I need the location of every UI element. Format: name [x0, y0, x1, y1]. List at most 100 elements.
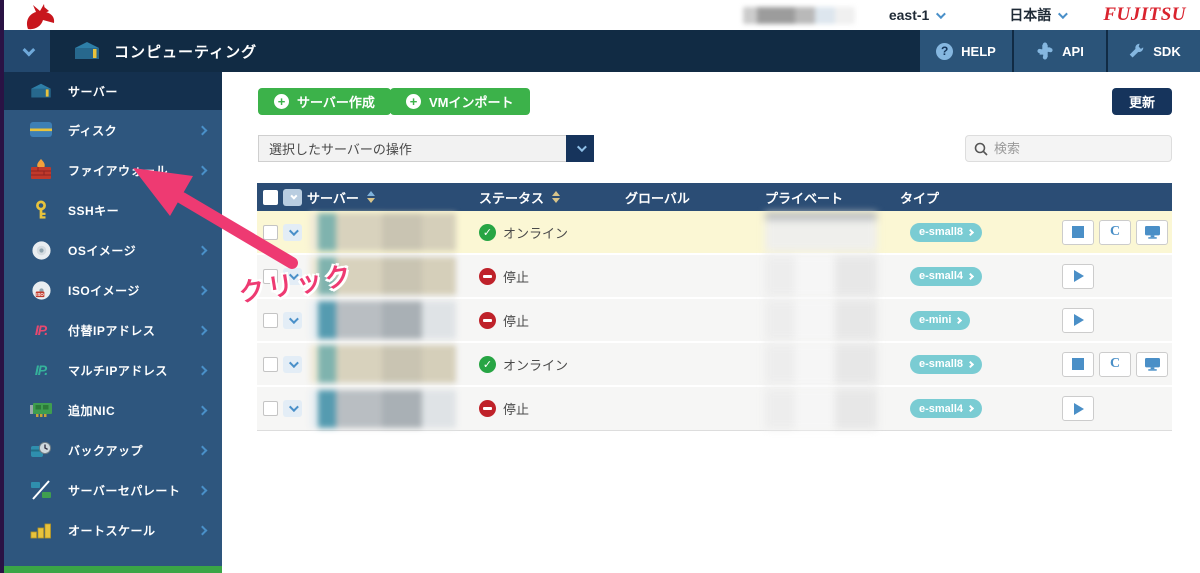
private-ip-redacted: [765, 388, 877, 429]
row-expand-button[interactable]: [283, 223, 302, 241]
stop-icon: [1072, 358, 1084, 370]
search-box[interactable]: [965, 135, 1172, 162]
ip-red-icon: IP.: [34, 322, 48, 338]
refresh-button[interactable]: 更新: [1112, 88, 1172, 115]
sort-icon[interactable]: [552, 191, 561, 203]
language-selector[interactable]: 日本語: [1009, 5, 1069, 25]
sidebar-item-backup[interactable]: バックアップ: [4, 430, 222, 470]
sidebar-item-autoscale[interactable]: オートスケール: [4, 510, 222, 550]
vm-import-button[interactable]: + VMインポート: [390, 88, 530, 115]
select-all-checkbox[interactable]: [263, 189, 278, 205]
select-menu-button[interactable]: [283, 188, 302, 206]
help-button[interactable]: ? HELP: [918, 30, 1012, 72]
language-label: 日本語: [1009, 7, 1052, 23]
chevron-down-icon: [288, 269, 299, 280]
cloud-service-logo-icon[interactable]: [18, 2, 64, 32]
api-label: API: [1062, 43, 1084, 59]
status-online-icon: ✓: [479, 223, 496, 241]
chevron-down-icon: [288, 225, 299, 236]
play-icon: [1074, 402, 1084, 415]
puzzle-icon: [1037, 42, 1053, 60]
table-row[interactable]: ✓ オンライン e-small8 C: [257, 211, 1172, 255]
page-title: コンピューティング: [114, 43, 258, 61]
type-badge[interactable]: e-small4: [910, 266, 983, 286]
bulk-action-select[interactable]: 選択したサーバーの操作: [258, 135, 594, 162]
stop-button[interactable]: [1062, 219, 1094, 245]
region-selector[interactable]: east-1: [888, 7, 947, 23]
restart-icon: C: [1109, 224, 1121, 239]
table-row[interactable]: 停止 e-small4: [257, 387, 1172, 431]
row-expand-button[interactable]: [283, 311, 302, 329]
column-header-server[interactable]: サーバー: [307, 188, 479, 207]
sdk-button[interactable]: SDK: [1106, 30, 1200, 72]
region-label: east-1: [888, 7, 930, 23]
bulk-action-dropdown-button[interactable]: [566, 135, 594, 162]
create-server-button[interactable]: + サーバー作成: [258, 88, 391, 115]
column-header-status[interactable]: ステータス: [479, 188, 625, 207]
table-row[interactable]: 停止 e-small4: [257, 255, 1172, 299]
sidebar-item-label: 追加NIC: [68, 403, 116, 418]
play-icon: [1074, 270, 1084, 282]
sort-icon[interactable]: [366, 191, 375, 203]
chevron-right-icon: [197, 245, 208, 255]
autoscale-icon: [28, 518, 54, 542]
type-badge[interactable]: e-small8: [910, 354, 983, 374]
sidebar-item-firewall[interactable]: ファイアウォール: [4, 150, 222, 190]
menu-collapse-button[interactable]: [4, 30, 50, 72]
server-table: サーバー ステータス グローバル プライベート タイプ ✓ オンライン e-sm…: [257, 183, 1172, 431]
row-checkbox[interactable]: [263, 356, 278, 372]
sidebar-item-label: ファイアウォール: [68, 163, 169, 178]
chevron-right-icon: [955, 316, 963, 324]
chevron-right-icon: [197, 165, 208, 175]
sidebar-item-label: 付替IPアドレス: [68, 323, 156, 338]
account-name-redacted: [742, 6, 855, 24]
type-badge[interactable]: e-small8: [910, 222, 983, 242]
console-button[interactable]: [1136, 219, 1168, 245]
chevron-right-icon: [197, 485, 208, 495]
sidebar-item-replacement-ip[interactable]: IP. 付替IPアドレス: [4, 310, 222, 350]
sidebar-item-label: サーバー: [68, 84, 118, 99]
start-button[interactable]: [1062, 396, 1094, 421]
computing-icon: [75, 42, 99, 59]
table-row[interactable]: ✓ オンライン e-small8 C: [257, 343, 1172, 387]
chevron-right-icon: [197, 325, 208, 335]
type-badge[interactable]: e-mini: [910, 310, 971, 330]
sidebar-item-additional-nic[interactable]: 追加NIC: [4, 390, 222, 430]
sidebar-item-ssh-key[interactable]: SSHキー: [4, 190, 222, 230]
sidebar-item-label: オートスケール: [68, 523, 156, 538]
row-checkbox[interactable]: [263, 268, 278, 284]
type-badge[interactable]: e-small4: [910, 399, 983, 418]
console-monitor-icon: [1144, 225, 1160, 239]
search-input[interactable]: [994, 141, 1154, 156]
chevron-right-icon: [197, 525, 208, 535]
main-content: + サーバー作成 + VMインポート 更新 選択したサーバーの操作 検索 サーバ…: [222, 72, 1200, 573]
sidebar-item-server-separate[interactable]: サーバーセパレート: [4, 470, 222, 510]
sidebar-item-iso-image[interactable]: ISO ISOイメージ: [4, 270, 222, 310]
console-button[interactable]: [1136, 351, 1168, 377]
start-button[interactable]: [1062, 307, 1094, 333]
restart-button[interactable]: C: [1099, 219, 1131, 245]
sidebar-item-disk[interactable]: ディスク: [4, 110, 222, 150]
server-name-redacted: [310, 301, 456, 339]
api-button[interactable]: API: [1012, 30, 1106, 72]
row-expand-button[interactable]: [283, 400, 302, 417]
sidebar-item-multi-ip[interactable]: IP. マルチIPアドレス: [4, 350, 222, 390]
sidebar-item-server[interactable]: サーバー: [4, 72, 222, 110]
app-window: east-1 日本語 FUJITSU コンピューティング ? HELP API …: [4, 0, 1200, 573]
row-checkbox[interactable]: [263, 224, 278, 240]
start-button[interactable]: [1062, 263, 1094, 289]
row-checkbox[interactable]: [263, 312, 278, 328]
restart-icon: C: [1109, 356, 1121, 371]
restart-button[interactable]: C: [1099, 351, 1131, 377]
firewall-icon: [28, 158, 54, 182]
row-checkbox[interactable]: [263, 401, 278, 416]
sidebar-item-label: OSイメージ: [68, 243, 137, 258]
stop-button[interactable]: [1062, 351, 1094, 377]
row-expand-button[interactable]: [283, 355, 302, 373]
sidebar-item-label: サーバーセパレート: [68, 483, 181, 498]
sidebar-item-os-image[interactable]: OSイメージ: [4, 230, 222, 270]
table-row[interactable]: 停止 e-mini: [257, 299, 1172, 343]
row-expand-button[interactable]: [283, 267, 302, 285]
chevron-down-icon: [22, 43, 35, 56]
private-ip-redacted: [765, 300, 877, 340]
